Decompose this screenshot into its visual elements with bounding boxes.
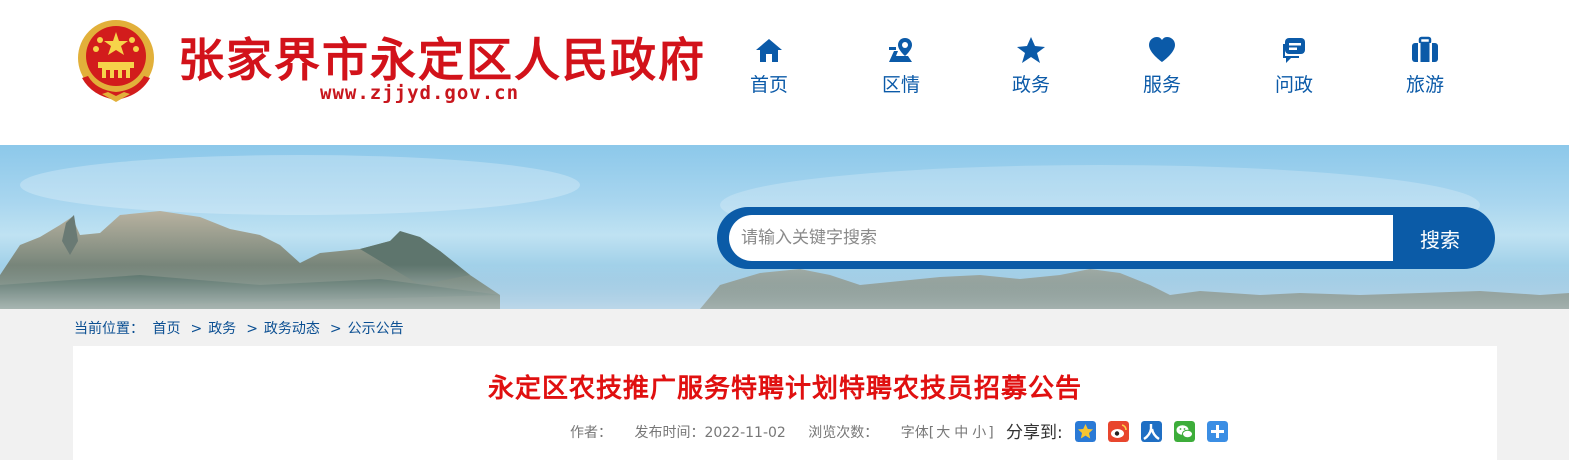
breadcrumb-announcements[interactable]: 公示公告 <box>348 321 404 337</box>
suitcase-icon <box>1412 36 1438 62</box>
nav-label-tourism: 旅游 <box>1405 74 1444 96</box>
font-medium-link[interactable]: 中 <box>954 425 968 441</box>
breadcrumb: 当前位置： 首页 > 政务 > 政务动态 > 公示公告 <box>74 318 408 338</box>
nav-item-tourism[interactable]: 旅游 <box>1360 36 1490 97</box>
nav-label-inquiry: 问政 <box>1274 74 1313 96</box>
main-nav: 首页 区情 政务 服务 问政 旅游 <box>700 36 1520 106</box>
home-icon <box>756 39 782 62</box>
site-header: 张家界市永定区人民政府 www.zjjyd.gov.cn 首页 区情 政务 服务… <box>0 0 1569 145</box>
share-icons <box>1075 421 1235 443</box>
author-label: 作者： <box>570 425 612 441</box>
weibo-icon[interactable] <box>1108 421 1130 442</box>
views-label: 浏览次数： <box>808 425 879 441</box>
breadcrumb-news[interactable]: 政务动态 <box>264 321 320 337</box>
font-size-close: ] <box>988 425 994 441</box>
article-meta: 作者： 发布时间：2022-11-02 浏览次数： 字体[大中小] <box>570 422 994 444</box>
nav-label-government: 政务 <box>1011 74 1050 96</box>
nav-item-government[interactable]: 政务 <box>966 36 1096 97</box>
heart-icon <box>1149 37 1175 62</box>
nav-item-home[interactable]: 首页 <box>704 36 834 97</box>
nav-label-service: 服务 <box>1142 74 1181 96</box>
breadcrumb-separator: > <box>246 321 258 337</box>
nav-item-district[interactable]: 区情 <box>836 36 966 97</box>
site-title[interactable]: 张家界市永定区人民政府 <box>178 24 706 90</box>
share-label: 分享到: <box>1006 423 1063 443</box>
font-small-link[interactable]: 小 <box>972 425 986 441</box>
nav-label-district: 区情 <box>881 74 920 96</box>
wechat-icon[interactable] <box>1174 421 1196 442</box>
map-pin-icon <box>889 38 912 62</box>
published-date: 2022-11-02 <box>704 425 786 441</box>
nav-item-inquiry[interactable]: 问政 <box>1229 36 1359 97</box>
breadcrumb-prefix: 当前位置： <box>74 321 144 337</box>
renren-icon[interactable] <box>1141 421 1163 442</box>
breadcrumb-home[interactable]: 首页 <box>152 321 180 337</box>
article-title: 永定区农技推广服务特聘计划特聘农技员招募公告 <box>487 374 1082 404</box>
breadcrumb-separator: > <box>190 321 203 337</box>
font-large-link[interactable]: 大 <box>936 425 950 441</box>
search-input[interactable] <box>729 215 1393 261</box>
nav-item-service[interactable]: 服务 <box>1097 36 1227 97</box>
font-size-control: 字体[大中小] <box>901 425 994 441</box>
site-url[interactable]: www.zjjyd.gov.cn <box>320 82 519 104</box>
star-icon <box>1017 37 1045 63</box>
breadcrumb-government[interactable]: 政务 <box>208 321 236 337</box>
search-button[interactable]: 搜索 <box>1394 215 1486 261</box>
qzone-icon[interactable] <box>1075 421 1096 442</box>
national-emblem-icon <box>78 20 154 102</box>
font-size-label: 字体[ <box>900 425 935 441</box>
more-share-icon[interactable] <box>1207 421 1229 442</box>
published-label: 发布时间： <box>634 425 705 441</box>
article-panel: 永定区农技推广服务特聘计划特聘农技员招募公告 作者： 发布时间：2022-11-… <box>73 346 1497 460</box>
chat-icon <box>1283 38 1305 63</box>
breadcrumb-separator: > <box>329 321 342 337</box>
nav-label-home: 首页 <box>749 74 788 96</box>
